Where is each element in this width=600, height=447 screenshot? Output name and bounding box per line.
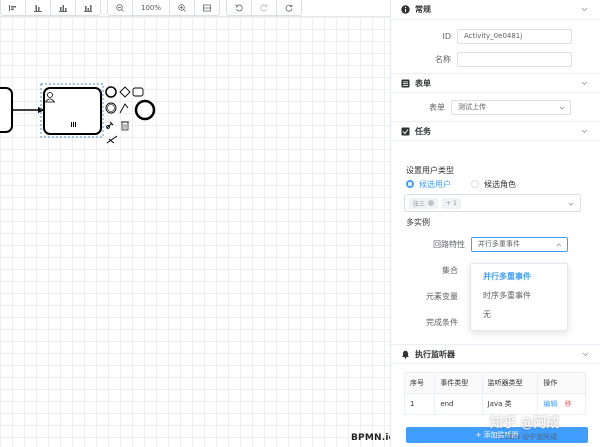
multi-instance-title: 多实例: [391, 215, 600, 229]
parallel-multi-instance-icon: [71, 122, 76, 127]
col-event: 事件类型: [435, 373, 482, 394]
name-row: 名称: [391, 49, 600, 69]
append-task-icon[interactable]: [133, 88, 143, 96]
user-tag[interactable]: 张三: [409, 198, 438, 209]
chevron-down-icon: [568, 201, 574, 207]
user-tag-label: 张三: [413, 199, 425, 208]
previous-task[interactable]: [0, 88, 12, 132]
id-field[interactable]: Activity_0e0481j: [457, 29, 572, 44]
form-section-title: 表单: [415, 78, 431, 89]
chevron-down-icon: [581, 80, 588, 87]
listener-table: 序号 事件类型 监听器类型 操作 1 end Java 类 编辑 移: [404, 372, 586, 415]
radio-candidate-user-label[interactable]: 候选用户: [419, 179, 451, 190]
dropdown-option-none[interactable]: 无: [471, 305, 567, 324]
general-section-title: 常规: [415, 4, 431, 15]
dropdown-option-parallel[interactable]: 并行多重事件: [471, 267, 567, 286]
history-group: [226, 0, 302, 16]
radio-candidate-user[interactable]: [406, 180, 414, 188]
bell-icon: [401, 350, 410, 359]
loop-label: 回路特性: [391, 239, 471, 250]
listener-section-title: 执行监听器: [415, 349, 455, 360]
chevron-down-icon: [581, 6, 588, 13]
info-icon: [401, 5, 410, 14]
align-group: [0, 0, 101, 16]
checkbox-icon: [401, 127, 410, 136]
reset-icon[interactable]: [277, 0, 301, 15]
loop-row: 回路特性 并行多重事件: [391, 234, 600, 254]
cell-event: end: [435, 394, 482, 415]
chevron-down-icon: [582, 351, 589, 358]
tag-close-icon[interactable]: [428, 200, 434, 206]
remove-link[interactable]: 移: [565, 400, 572, 408]
dropdown-option-sequential[interactable]: 时序多重事件: [471, 286, 567, 305]
chevron-down-icon: [581, 128, 588, 135]
zoom-level[interactable]: 100%: [133, 0, 170, 15]
completion-condition-label: 完成条件: [391, 317, 464, 328]
id-label: ID: [391, 32, 457, 41]
col-index: 序号: [405, 373, 435, 394]
properties-panel: 常规 ID Activity_0e0481j 名称 表单 表单 测试上传 任务: [390, 0, 600, 447]
form-select-label: 表单: [391, 102, 451, 113]
fit-icon[interactable]: [195, 0, 219, 15]
loop-dropdown-menu: 并行多重事件 时序多重事件 无: [470, 263, 568, 331]
edit-link[interactable]: 编辑: [543, 400, 557, 408]
name-field[interactable]: [457, 52, 572, 67]
form-select[interactable]: 测试上传: [451, 100, 571, 115]
form-select-row: 表单 测试上传: [391, 97, 600, 117]
align-right-icon[interactable]: [51, 0, 76, 15]
delete-icon[interactable]: [121, 122, 129, 130]
watermark-csdn: CSDN @宁波阿成: [500, 432, 557, 442]
bpmn-io-logo[interactable]: BPMN.io: [351, 433, 395, 443]
watermark-zhihu: 知乎 @阿成: [490, 412, 560, 431]
radio-candidate-role[interactable]: [471, 180, 479, 188]
redo-icon[interactable]: [252, 0, 277, 15]
align-top-icon[interactable]: [76, 0, 100, 15]
form-select-value: 测试上传: [458, 102, 486, 112]
listener-section-header[interactable]: 执行监听器: [391, 344, 600, 364]
col-type: 监听器类型: [482, 373, 538, 394]
task-section-title: 任务: [415, 126, 431, 137]
id-row: ID Activity_0e0481j: [391, 26, 600, 46]
cell-index: 1: [405, 394, 435, 415]
zoom-in-icon[interactable]: [170, 0, 195, 15]
general-section-header[interactable]: 常规: [391, 0, 600, 20]
form-section-header[interactable]: 表单: [391, 73, 600, 93]
user-type-radio-group: 候选用户 候选角色: [391, 177, 600, 191]
align-left-icon[interactable]: [1, 0, 26, 15]
connect-icon[interactable]: [120, 104, 128, 113]
table-header-row: 序号 事件类型 监听器类型 操作: [405, 373, 586, 394]
zoom-out-icon[interactable]: [108, 0, 133, 15]
undo-icon[interactable]: [227, 0, 252, 15]
append-end-event-icon[interactable]: [106, 87, 116, 97]
toolbar: 100%: [0, 0, 390, 17]
name-label: 名称: [391, 54, 457, 65]
loop-select-value: 并行多重事件: [478, 239, 520, 249]
task-section-header[interactable]: 任务: [391, 121, 600, 141]
collection-label: 集合: [391, 265, 464, 276]
chevron-up-icon: [556, 242, 562, 248]
bpmn-canvas[interactable]: BPMN.io: [0, 17, 390, 447]
zoom-group: 100%: [107, 0, 220, 16]
diagram: [0, 17, 390, 447]
candidate-user-select[interactable]: 张三 + 1: [404, 194, 581, 212]
align-center-icon[interactable]: [26, 0, 51, 15]
loop-select[interactable]: 并行多重事件: [471, 237, 568, 252]
user-type-title: 设置用户类型: [391, 163, 600, 177]
end-event[interactable]: [136, 101, 154, 119]
change-type-icon[interactable]: [107, 122, 114, 129]
more-tag: + 1: [442, 198, 461, 209]
element-variable-label: 元素变量: [391, 291, 464, 302]
color-picker-icon[interactable]: [107, 136, 117, 143]
list-icon: [401, 79, 410, 88]
append-gateway-icon[interactable]: [120, 87, 130, 97]
col-action: 操作: [538, 373, 586, 394]
chevron-down-icon: [559, 105, 565, 111]
radio-candidate-role-label[interactable]: 候选角色: [484, 179, 516, 190]
